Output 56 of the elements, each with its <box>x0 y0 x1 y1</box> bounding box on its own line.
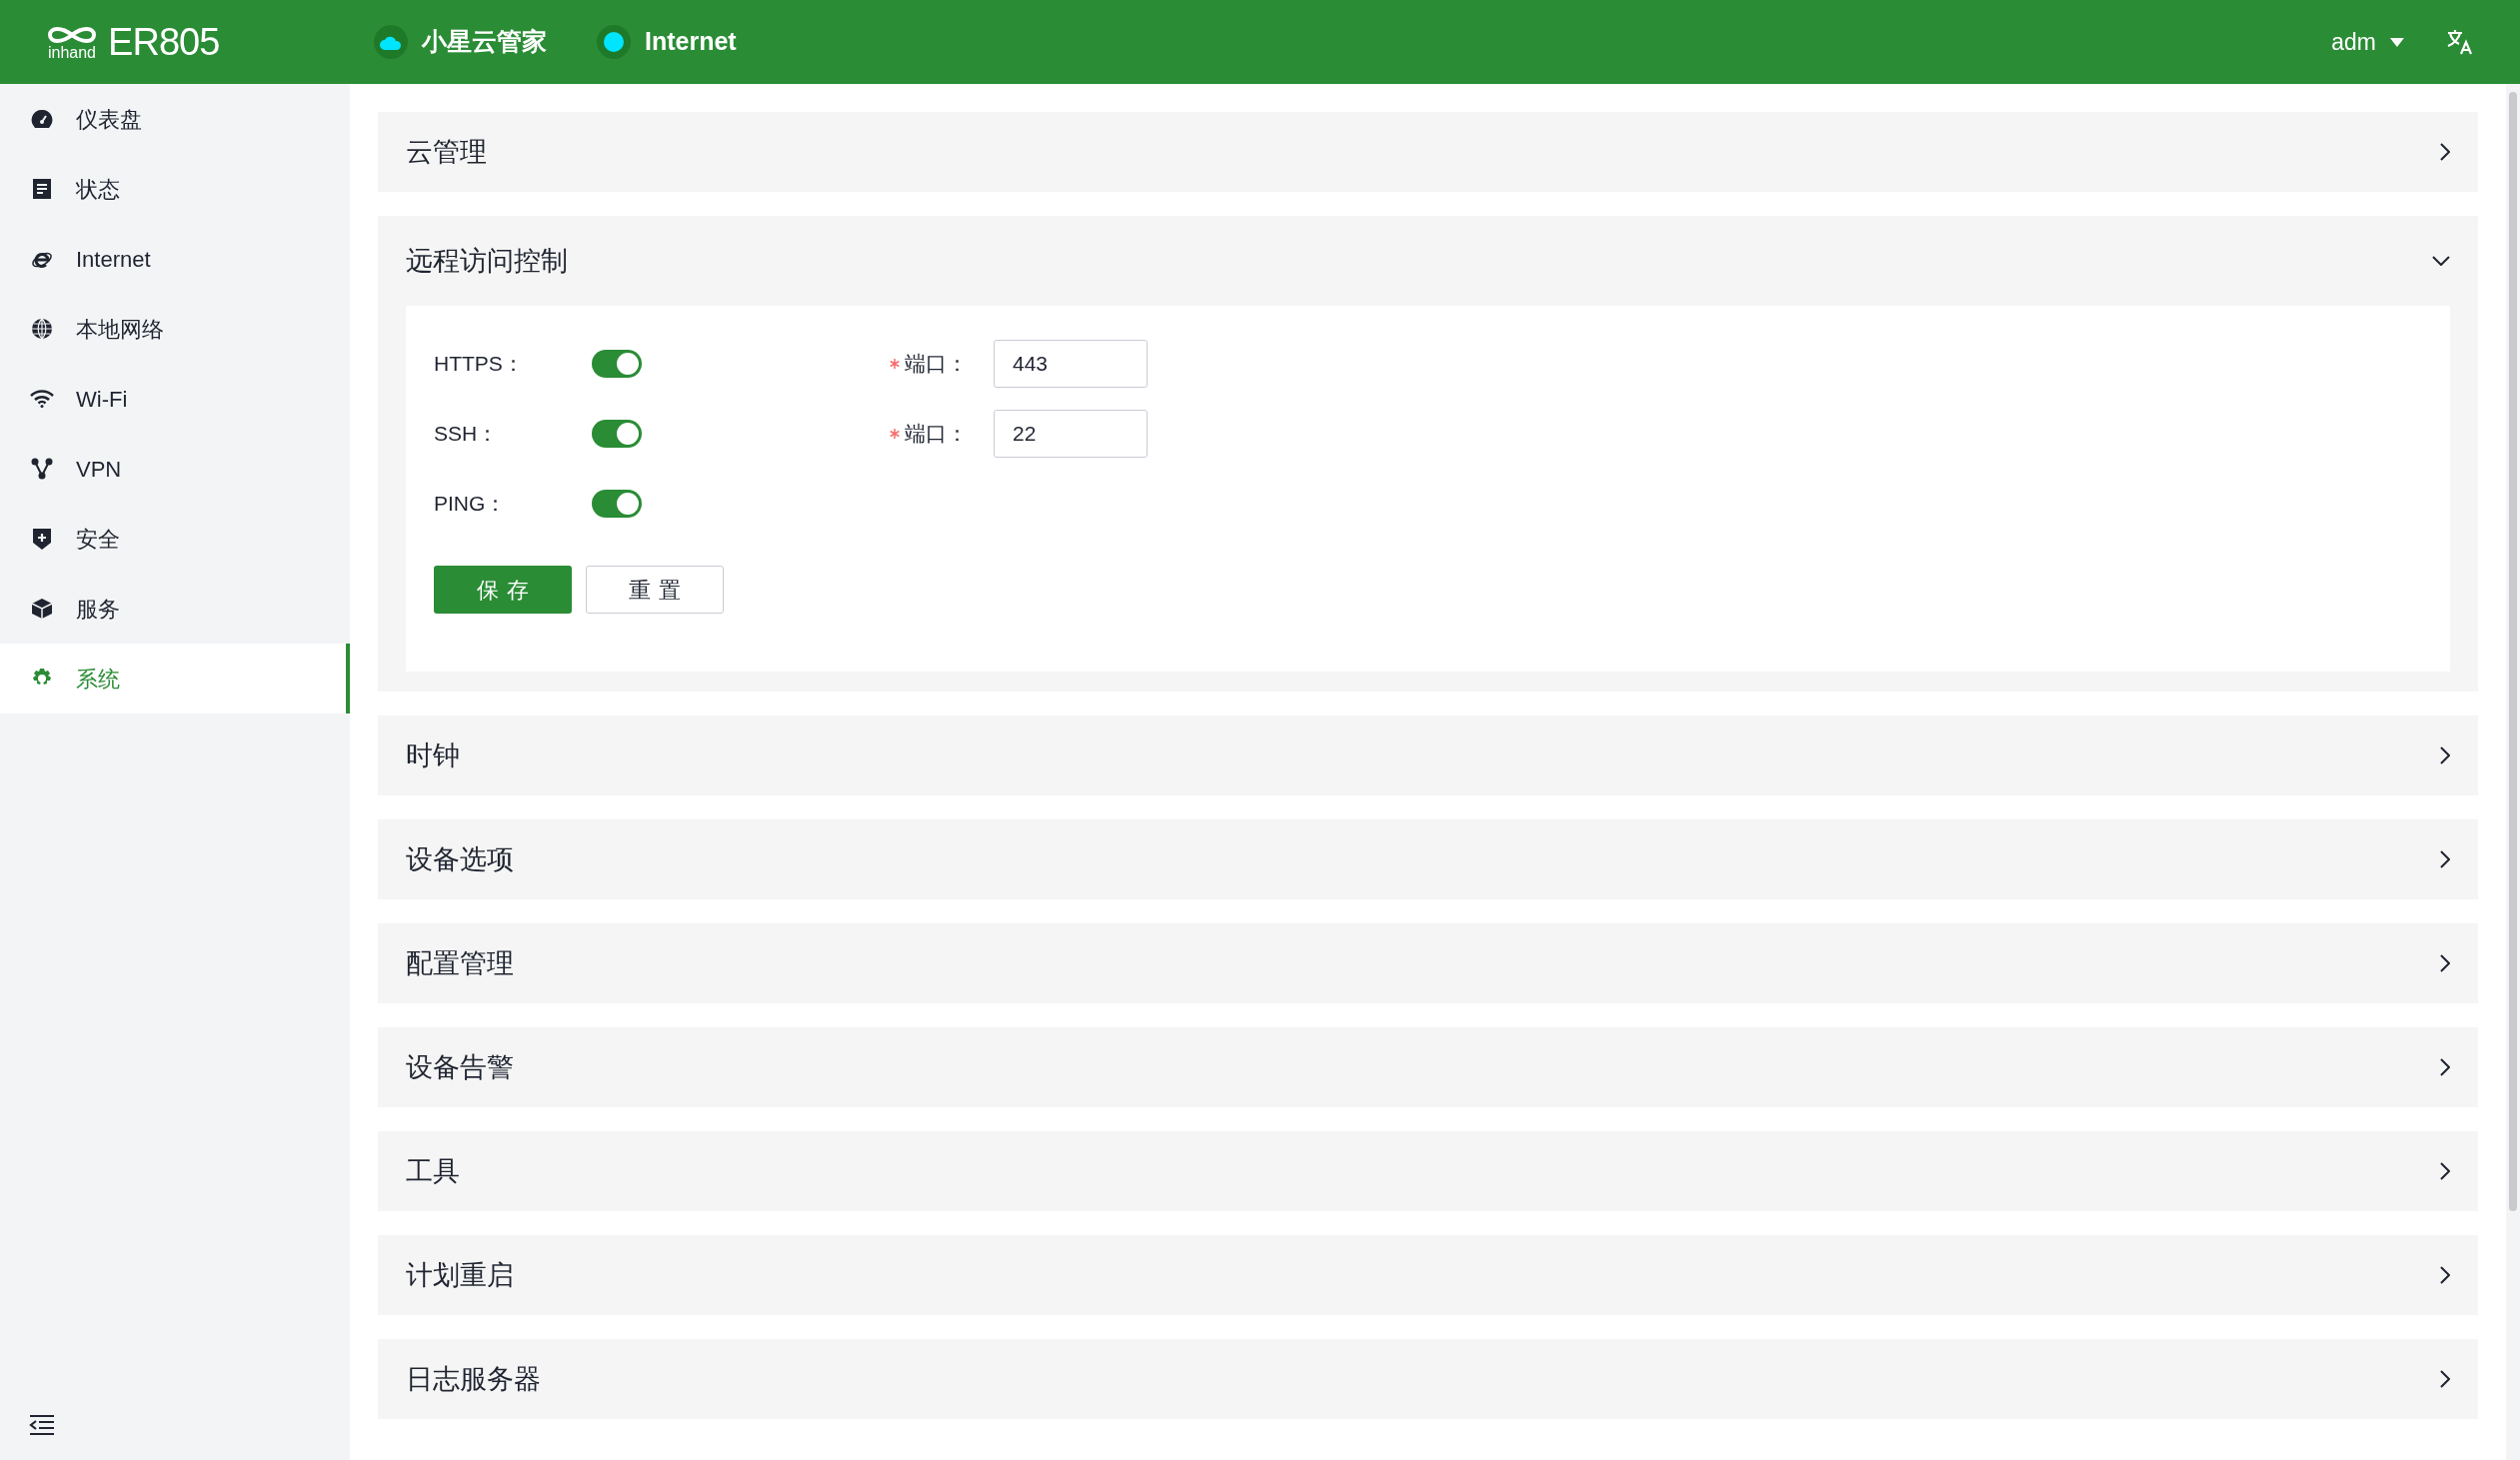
gauge-icon <box>30 109 54 129</box>
collapse-menu-icon[interactable] <box>29 1414 55 1436</box>
chevron-right-icon <box>2440 954 2450 972</box>
panel-header[interactable]: 时钟 <box>378 716 2478 795</box>
sidebar-item[interactable]: VPN <box>0 434 350 504</box>
sidebar-item[interactable]: 系统 <box>0 644 350 714</box>
field-label: PING： <box>434 491 508 518</box>
chevron-right-icon <box>2440 850 2450 868</box>
toggle-switch[interactable] <box>592 490 642 518</box>
sidebar-item[interactable]: Wi-Fi <box>0 364 350 434</box>
status-label: 小星云管家 <box>422 26 547 58</box>
port-input[interactable]: 22 <box>994 410 1148 458</box>
inhand-logo: inhand <box>44 23 100 61</box>
shield-icon <box>30 527 54 551</box>
panel-header[interactable]: 云管理 <box>378 112 2478 192</box>
nodes-icon <box>30 458 54 480</box>
panel-header[interactable]: 远程访问控制 <box>378 216 2478 306</box>
caret-icon <box>2390 37 2404 47</box>
user-menu[interactable]: adm <box>2331 24 2404 60</box>
product-name: ER805 <box>108 19 220 65</box>
wifi-icon <box>30 390 54 408</box>
chevron-right-icon <box>2440 1370 2450 1388</box>
panel-header[interactable]: 设备选项 <box>378 819 2478 899</box>
panel-header[interactable]: 日志服务器 <box>378 1339 2478 1419</box>
reset-button[interactable]: 重置 <box>586 566 724 614</box>
document-icon <box>30 178 54 200</box>
chevron-right-icon <box>2440 1162 2450 1180</box>
chevron-right-icon <box>2440 1266 2450 1284</box>
sidebar-item[interactable]: Internet <box>0 224 350 294</box>
sidebar-item[interactable]: 安全 <box>0 504 350 574</box>
toggle-switch[interactable] <box>592 420 642 448</box>
sidebar-item[interactable]: 服务 <box>0 574 350 644</box>
port-input[interactable]: 443 <box>994 340 1148 388</box>
translate-icon[interactable] <box>2446 29 2474 55</box>
sidebar-item[interactable]: 仪表盘 <box>0 84 350 154</box>
scrollbar[interactable] <box>2506 84 2520 1460</box>
globe-icon <box>30 318 54 340</box>
field-label: HTTPS： <box>434 351 525 378</box>
save-button[interactable]: 保存 <box>434 566 572 614</box>
status-label: Internet <box>645 26 737 58</box>
panel-header[interactable]: 计划重启 <box>378 1235 2478 1315</box>
field-label: SSH： <box>434 421 500 448</box>
cloud-icon <box>374 25 408 59</box>
field-label: 端口： <box>905 421 968 448</box>
chevron-down-icon <box>2432 256 2450 266</box>
panel-header[interactable]: 配置管理 <box>378 923 2478 1003</box>
panel-header[interactable]: 工具 <box>378 1131 2478 1211</box>
sidebar-item[interactable]: 本地网络 <box>0 294 350 364</box>
toggle-switch[interactable] <box>592 350 642 378</box>
chevron-right-icon <box>2440 746 2450 764</box>
sidebar-item[interactable]: 状态 <box>0 154 350 224</box>
field-label: 端口： <box>905 351 968 378</box>
cube-icon <box>30 598 54 620</box>
panel-header[interactable]: 设备告警 <box>378 1027 2478 1107</box>
chevron-right-icon <box>2440 1058 2450 1076</box>
chevron-right-icon <box>2440 143 2450 161</box>
